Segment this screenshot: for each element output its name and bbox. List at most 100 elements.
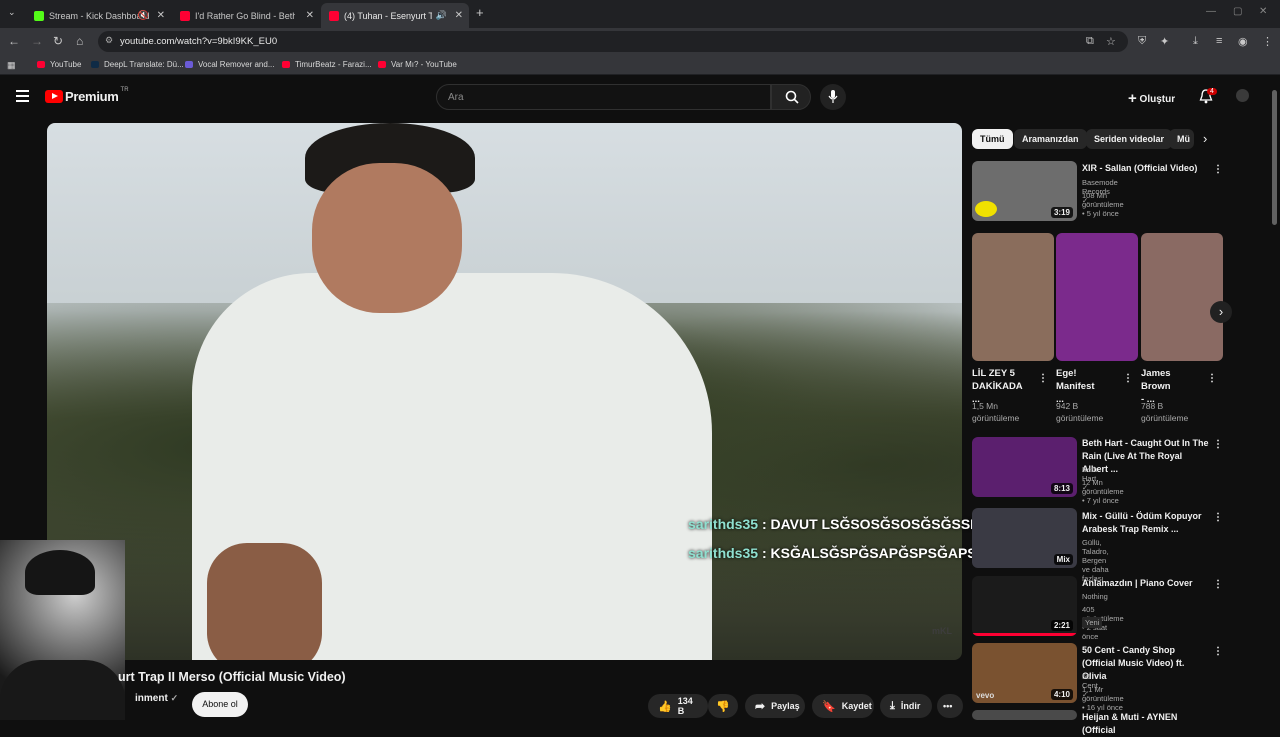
chevron-right-icon[interactable]: ›: [1203, 131, 1207, 146]
bookmark-var-mi[interactable]: Var Mı? - YouTube: [378, 60, 457, 69]
chip-all[interactable]: Tümü: [972, 129, 1013, 149]
rec-title[interactable]: XIR - Sallan (Official Video): [1082, 162, 1210, 175]
rec-thumbnail[interactable]: 8:13: [972, 437, 1077, 497]
speaker-icon[interactable]: 🔊: [436, 10, 447, 21]
chip-series[interactable]: Seriden videolar: [1086, 129, 1173, 149]
short-thumbnail[interactable]: [1141, 233, 1223, 361]
search-input[interactable]: Ara: [436, 84, 771, 110]
streamer-webcam-overlay: [0, 540, 125, 720]
download-button[interactable]: ⤓ İndir: [880, 694, 932, 718]
tab-list-icon[interactable]: ⌄: [8, 7, 16, 18]
like-count: 134 B: [677, 696, 693, 716]
address-bar[interactable]: ⚙ youtube.com/watch?v=9bkI9KK_EU0: [98, 31, 1128, 52]
download-icon[interactable]: ⤓: [1193, 35, 1198, 48]
bookmark-timurbeatz[interactable]: TimurBeatz - Farazi...: [282, 60, 372, 69]
bookmark-label: Vocal Remover and...: [198, 60, 275, 69]
browser-toolbar: ← → ↻ ⌂ ⚙ youtube.com/watch?v=9bkI9KK_EU…: [0, 28, 1280, 55]
bookmark-deepl[interactable]: DeepL Translate: Dü...: [91, 60, 184, 69]
rec-title[interactable]: Beth Hart - Caught Out In The Rain (Live…: [1082, 437, 1210, 476]
logo-region: TR: [120, 86, 129, 93]
rec-meta: 12 Mn görüntüleme • 7 yıl önce: [1082, 478, 1124, 505]
apps-grid-icon[interactable]: ▦: [7, 60, 16, 71]
forward-icon[interactable]: →: [31, 34, 43, 48]
shield-icon[interactable]: ⛨: [1138, 35, 1146, 48]
save-label: Kaydet: [841, 701, 872, 711]
rec-title[interactable]: Anlamazdın | Piano Cover: [1082, 577, 1210, 590]
more-options-icon[interactable]: ⋮: [1123, 373, 1133, 384]
subscribe-button[interactable]: Abone ol: [192, 692, 248, 717]
share-label: Paylaş: [771, 701, 800, 711]
site-info-icon[interactable]: ⚙: [105, 35, 113, 46]
more-options-icon[interactable]: ⋮: [1213, 579, 1223, 590]
hamburger-menu-icon[interactable]: [16, 90, 29, 105]
like-button[interactable]: 👍 134 B: [648, 694, 708, 718]
youtube-premium-logo[interactable]: Premium TR: [45, 86, 129, 104]
page-scrollbar[interactable]: [1272, 90, 1277, 225]
voice-search-button[interactable]: [820, 84, 846, 110]
close-tab-icon[interactable]: ✕: [157, 10, 165, 21]
browser-tab-bar: ⌄ Stream - Kick Dashboard 🔇 ✕ I'd Rather…: [0, 0, 1280, 28]
share-button[interactable]: ➦ Paylaş: [745, 694, 805, 718]
cast-icon[interactable]: ⧉: [1086, 35, 1094, 48]
rec-channel[interactable]: Nothing: [1082, 592, 1108, 601]
browser-menu-icon[interactable]: ⋮: [1262, 35, 1273, 48]
more-options-icon[interactable]: ⋮: [1213, 646, 1223, 657]
more-actions-button[interactable]: •••: [937, 694, 963, 718]
verified-icon: ✓: [170, 693, 179, 703]
short-thumbnail[interactable]: [1056, 233, 1138, 361]
bookmarks-bar: ▦ YouTube DeepL Translate: Dü... Vocal R…: [0, 55, 1280, 75]
chip-from-search[interactable]: Aramanızdan: [1014, 129, 1087, 149]
rec-thumbnail[interactable]: [972, 710, 1077, 720]
more-options-icon[interactable]: ⋮: [1038, 373, 1048, 384]
close-window-icon[interactable]: ✕: [1259, 6, 1267, 17]
basemode-logo-icon: [975, 201, 997, 217]
close-tab-icon[interactable]: ✕: [455, 10, 463, 21]
rec-thumbnail[interactable]: 3:19: [972, 161, 1077, 221]
rec-title[interactable]: 50 Cent - Candy Shop (Official Music Vid…: [1082, 644, 1210, 683]
more-options-icon[interactable]: ⋮: [1213, 439, 1223, 450]
search-button[interactable]: [771, 84, 811, 110]
rec-thumbnail[interactable]: 2:21: [972, 576, 1077, 636]
youtube-icon: [282, 61, 290, 68]
create-button[interactable]: + Oluştur: [1128, 89, 1175, 107]
more-options-icon[interactable]: ⋮: [1213, 512, 1223, 523]
rec-thumbnail[interactable]: Mix: [972, 508, 1077, 568]
short-thumbnail[interactable]: [972, 233, 1054, 361]
dislike-button[interactable]: 👎: [708, 694, 738, 718]
bookmark-vocal-remover[interactable]: Vocal Remover and...: [185, 60, 274, 69]
browser-tab-beth-hart[interactable]: I'd Rather Go Blind - Beth Hart ✕: [172, 3, 320, 28]
bookmark-youtube[interactable]: YouTube: [37, 60, 81, 69]
rec-thumbnail[interactable]: vevo 4:10: [972, 643, 1077, 703]
extensions-icon[interactable]: ✦: [1160, 35, 1169, 48]
channel-name-text: inment: [135, 693, 168, 704]
url-text: youtube.com/watch?v=9bkI9KK_EU0: [120, 36, 278, 47]
browser-tab-active[interactable]: (4) Tuhan - Esenyurt Trap II 🔊 ✕: [321, 3, 469, 28]
more-options-icon[interactable]: ⋮: [1213, 164, 1223, 175]
browser-tab-kick[interactable]: Stream - Kick Dashboard 🔇 ✕: [26, 3, 171, 28]
youtube-icon: [37, 61, 45, 68]
save-button[interactable]: 🔖 Kaydet: [812, 694, 874, 718]
back-icon[interactable]: ←: [8, 34, 20, 48]
rec-title[interactable]: Mix - Güllü - Ödüm Kopuyor Arabesk Trap …: [1082, 510, 1210, 536]
watch-progress-bar: [972, 633, 1077, 636]
maximize-icon[interactable]: ▢: [1233, 6, 1242, 17]
account-avatar[interactable]: [1236, 89, 1249, 102]
tab-label: I'd Rather Go Blind - Beth Hart: [195, 10, 295, 21]
media-control-icon[interactable]: ≡: [1216, 35, 1222, 47]
more-options-icon[interactable]: ⋮: [1207, 373, 1217, 384]
muted-icon[interactable]: 🔇: [138, 10, 149, 21]
bookmark-star-icon[interactable]: ☆: [1106, 35, 1116, 48]
reload-icon[interactable]: ↻: [53, 34, 63, 48]
shorts-next-arrow-icon[interactable]: ›: [1210, 301, 1232, 323]
new-tab-button[interactable]: +: [476, 5, 484, 20]
video-player[interactable]: mKL: [47, 123, 962, 660]
minimize-icon[interactable]: —: [1206, 6, 1216, 17]
close-tab-icon[interactable]: ✕: [306, 10, 314, 21]
rec-meta: 108 Mn görüntüleme • 5 yıl önce: [1082, 191, 1124, 218]
short-views: 1,5 Mn görüntüleme: [972, 401, 1020, 423]
channel-name[interactable]: inment ✓: [135, 693, 178, 704]
home-icon[interactable]: ⌂: [76, 34, 83, 48]
profile-icon[interactable]: ◉: [1238, 35, 1248, 48]
chip-music[interactable]: Mü: [1169, 129, 1194, 149]
rec-title[interactable]: Heijan & Muti - AYNEN (Official: [1082, 711, 1210, 737]
